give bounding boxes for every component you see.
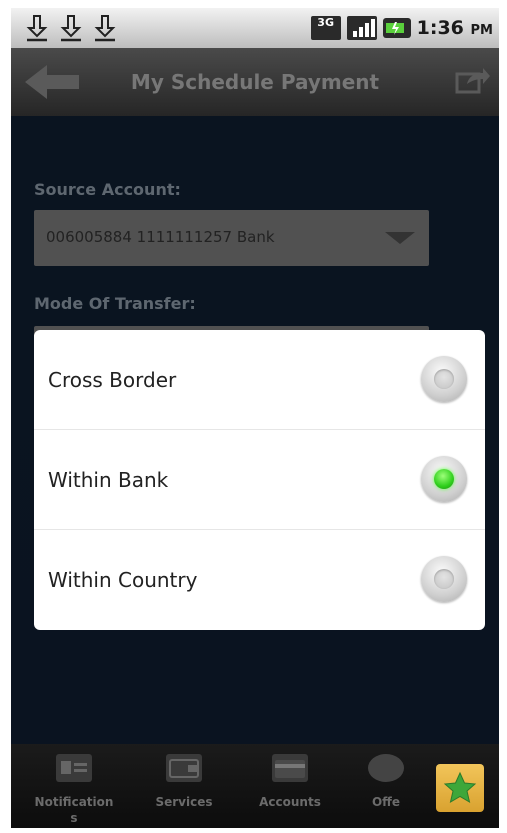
nav-services[interactable]: Services xyxy=(139,744,229,828)
status-clock: 1:36 PM xyxy=(417,17,493,39)
option-cross-border[interactable]: Cross Border xyxy=(34,330,485,430)
nav-accounts[interactable]: Accounts xyxy=(245,744,335,828)
nav-offers[interactable]: Offe xyxy=(341,744,431,828)
clock-suffix: PM xyxy=(470,23,493,38)
radio-button-selected[interactable] xyxy=(421,456,467,502)
bottom-nav: Notification s Services Accounts Offe xyxy=(11,744,499,828)
download-icon xyxy=(94,15,116,42)
network-type: 3G xyxy=(317,16,334,29)
radio-indicator xyxy=(434,369,454,389)
download-icon xyxy=(60,15,82,42)
nav-label: Notification s xyxy=(34,795,114,825)
back-arrow-icon[interactable] xyxy=(23,62,81,102)
title-bar: My Schedule Payment xyxy=(11,48,499,116)
signal-icon xyxy=(346,16,377,40)
nav-label: Accounts xyxy=(259,795,321,809)
badge-icon xyxy=(368,754,404,782)
option-label: Cross Border xyxy=(48,367,177,392)
option-within-country[interactable]: Within Country xyxy=(34,530,485,629)
nav-notifications[interactable]: Notification s xyxy=(29,744,119,828)
radio-indicator xyxy=(434,569,454,589)
radio-button[interactable] xyxy=(421,556,467,602)
card-icon xyxy=(272,754,308,782)
favorites-button[interactable] xyxy=(436,764,484,812)
contact-card-icon xyxy=(56,754,92,782)
option-within-bank[interactable]: Within Bank xyxy=(34,430,485,530)
star-icon xyxy=(443,771,477,804)
download-icon xyxy=(26,15,48,42)
phone-screen: 3G 1:36 PM My Schedule Payment Source Ac… xyxy=(11,8,499,828)
nav-label: Services xyxy=(155,795,213,809)
page-title: My Schedule Payment xyxy=(130,70,380,94)
status-right: 3G 1:36 PM xyxy=(310,14,493,42)
nav-label: Offe xyxy=(371,795,401,809)
radio-button[interactable] xyxy=(421,356,467,402)
mode-of-transfer-label: Mode Of Transfer: xyxy=(34,294,196,313)
option-label: Within Bank xyxy=(48,467,169,492)
radio-indicator xyxy=(434,469,454,489)
source-account-select[interactable]: 006005884 1111111257 Bank xyxy=(34,210,429,266)
option-label: Within Country xyxy=(48,567,198,592)
source-account-label: Source Account: xyxy=(34,180,181,199)
chevron-down-icon xyxy=(385,232,415,244)
source-account-value: 006005884 1111111257 Bank xyxy=(46,228,275,246)
battery-icon xyxy=(382,18,411,38)
clock-time: 1:36 xyxy=(416,17,464,39)
status-bar: 3G 1:36 PM xyxy=(11,8,499,48)
network-3g-icon: 3G xyxy=(310,16,341,40)
transfer-mode-dialog: Cross Border Within Bank Within Country xyxy=(34,330,485,630)
wallet-icon xyxy=(166,754,202,782)
share-icon[interactable] xyxy=(455,64,491,96)
